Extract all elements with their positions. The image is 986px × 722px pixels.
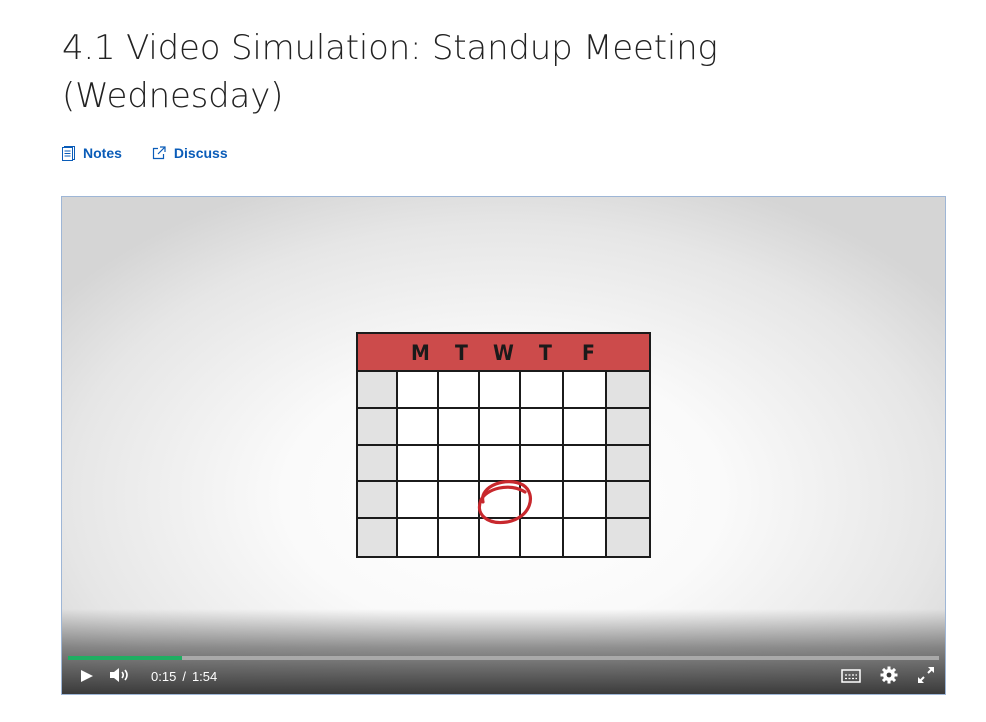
calendar-cell bbox=[480, 408, 521, 446]
calendar-illustration: M T W T F bbox=[356, 332, 651, 558]
progress-played bbox=[68, 656, 183, 660]
calendar-cell bbox=[439, 408, 480, 446]
time-separator: / bbox=[182, 669, 186, 684]
settings-icon bbox=[880, 666, 898, 688]
calendar-cell bbox=[564, 519, 607, 556]
calendar-cell bbox=[607, 482, 649, 520]
calendar-day-label: W bbox=[493, 341, 514, 365]
external-link-icon bbox=[152, 146, 166, 160]
notes-link[interactable]: Notes bbox=[62, 145, 122, 161]
notes-label: Notes bbox=[83, 145, 122, 161]
calendar-grid bbox=[356, 370, 651, 558]
captions-button[interactable] bbox=[840, 665, 862, 689]
discuss-label: Discuss bbox=[173, 145, 228, 161]
calendar-cell bbox=[398, 482, 439, 520]
duration: 1:54 bbox=[191, 669, 218, 684]
current-time: 0:15 bbox=[151, 669, 177, 684]
fullscreen-icon bbox=[917, 666, 935, 688]
calendar-cell bbox=[521, 372, 564, 409]
calendar-day-label: T bbox=[539, 341, 552, 365]
play-icon bbox=[80, 668, 94, 687]
discuss-link[interactable]: Discuss bbox=[152, 145, 228, 161]
calendar-cell bbox=[398, 445, 439, 483]
settings-button[interactable] bbox=[878, 665, 900, 689]
calendar-cell bbox=[521, 408, 564, 446]
calendar-cell bbox=[358, 372, 398, 409]
calendar-cell bbox=[607, 519, 649, 556]
page-title: 4.1 Video Simulation: Standup Meeting (W… bbox=[62, 28, 718, 116]
calendar-cell bbox=[439, 372, 480, 409]
calendar-cell bbox=[358, 445, 398, 483]
calendar-cell bbox=[480, 372, 521, 409]
play-button[interactable] bbox=[78, 665, 96, 689]
calendar-cell bbox=[564, 372, 607, 409]
calendar-cell bbox=[358, 482, 398, 520]
volume-icon bbox=[109, 667, 131, 687]
progress-bar[interactable] bbox=[68, 656, 939, 660]
calendar-cell bbox=[398, 519, 439, 556]
captions-icon bbox=[841, 668, 861, 687]
calendar-cell bbox=[358, 408, 398, 446]
calendar-cell bbox=[564, 445, 607, 483]
video-player[interactable]: M T W T F 0:15 / 1:54 bbox=[61, 196, 946, 695]
calendar-cell bbox=[564, 482, 607, 520]
volume-button[interactable] bbox=[108, 665, 132, 689]
calendar-cell bbox=[607, 372, 649, 409]
notes-icon bbox=[62, 145, 75, 161]
calendar-cell bbox=[358, 519, 398, 556]
calendar-cell bbox=[398, 408, 439, 446]
calendar-day-label: F bbox=[582, 341, 595, 365]
lesson-actions: Notes Discuss bbox=[62, 143, 228, 163]
calendar-header: M T W T F bbox=[356, 332, 651, 372]
calendar-cell bbox=[607, 445, 649, 483]
time-display: 0:15 / 1:54 bbox=[151, 669, 217, 684]
red-circle-mark bbox=[477, 480, 533, 525]
calendar-day-label: M bbox=[411, 341, 430, 365]
calendar-cell bbox=[607, 408, 649, 446]
fullscreen-button[interactable] bbox=[915, 665, 937, 689]
calendar-cell bbox=[564, 408, 607, 446]
calendar-cell bbox=[398, 372, 439, 409]
calendar-day-label: T bbox=[455, 341, 468, 365]
